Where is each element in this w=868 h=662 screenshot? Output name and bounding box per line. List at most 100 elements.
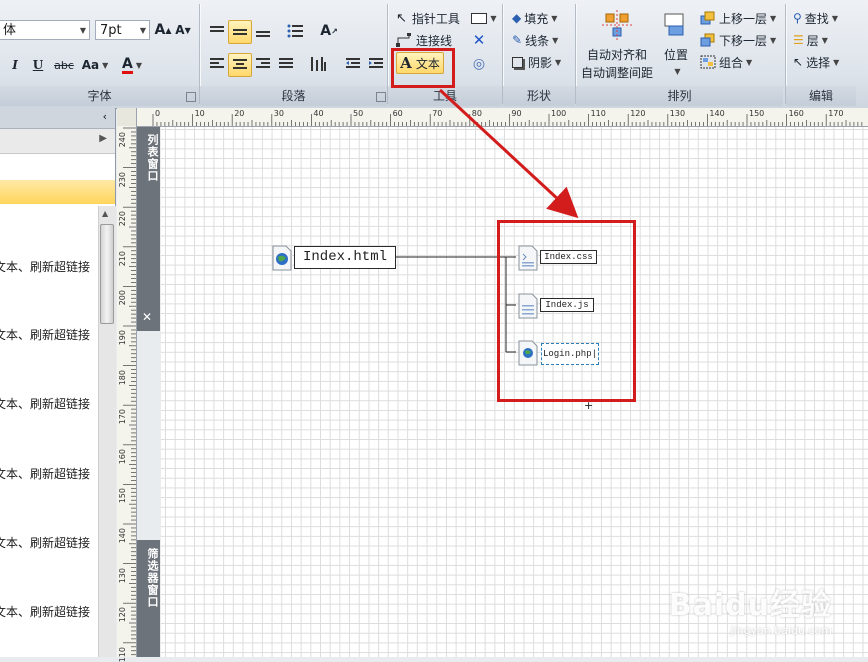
edit-group-label: 编辑	[786, 86, 856, 106]
list-item[interactable]: 文本、刷新超链接	[0, 395, 98, 413]
bring-forward-button[interactable]: 上移一层 ▼	[700, 9, 784, 27]
ruler-tick-label: 30	[273, 109, 284, 118]
font-name-combo[interactable]: 体 ▼	[0, 20, 90, 40]
auto-align-label[interactable]: 自动对齐和	[580, 46, 654, 62]
rectangle-tool-button[interactable]: ▼	[470, 9, 498, 27]
scroll-up-icon[interactable]: ▲	[102, 209, 108, 218]
find-button[interactable]: ⚲ 查找 ▼	[793, 9, 851, 27]
font-size-combo[interactable]: 7pt ▼	[95, 20, 150, 40]
ruler-tick-label: 240	[118, 132, 127, 148]
align-left-icon[interactable]	[207, 54, 227, 74]
ruler-tick-label: 160	[118, 448, 127, 465]
ruler-tick-label: 170	[118, 409, 127, 425]
increase-indent-icon[interactable]	[366, 54, 386, 74]
main-node-label[interactable]: Index.html	[294, 246, 396, 269]
ruler-tick-label: 230	[118, 171, 127, 187]
group-label: 组合	[719, 55, 744, 70]
filter-window-strip[interactable]: 筛选器窗口	[136, 540, 160, 657]
watermark: Baidu经验 jingyan.baidu.com	[669, 580, 832, 637]
change-case-button[interactable]: Aa ▼	[79, 55, 111, 75]
layer-button[interactable]: ☰ 层 ▼	[793, 31, 841, 49]
list-item[interactable]: 文本、刷新超链接	[0, 326, 98, 344]
ruler-tick-label: 80	[471, 109, 482, 118]
text-direction-icon[interactable]: A ↗	[318, 21, 340, 41]
vertical-ruler: 240 230 220 210 200 190 180 170 160 150 140 130 120 1…	[117, 126, 137, 662]
align-middle-icon[interactable]	[228, 20, 252, 44]
ruler-tick-label: 220	[118, 211, 127, 227]
font-dialog-launcher-icon[interactable]	[186, 92, 196, 102]
ruler-tick-label: 140	[709, 109, 725, 118]
shadow-button[interactable]: 阴影 ▼	[512, 53, 568, 71]
pointer-tool-label: 指针工具	[411, 11, 460, 26]
ruler-tick-label: 10	[194, 109, 205, 118]
send-backward-button[interactable]: 下移一层 ▼	[700, 31, 784, 49]
list-item[interactable]: 文本、刷新超链接	[0, 258, 98, 276]
strikethrough-label: abc	[54, 58, 74, 72]
bullets-icon[interactable]	[285, 21, 305, 41]
shadow-label: 阴影	[528, 55, 553, 70]
position-label[interactable]: 位置	[660, 46, 692, 62]
left-panel-category-row[interactable]: ▶	[0, 129, 115, 154]
layer-label: 层	[806, 33, 819, 48]
distribute-icon[interactable]	[308, 54, 328, 74]
close-icon[interactable]: ✕	[142, 310, 152, 324]
binoculars-icon: ⚲	[793, 11, 802, 25]
ruler-tick-label: 0	[155, 109, 161, 118]
shrink-font-button[interactable]: A ▼	[174, 20, 192, 40]
ruler-tick-label: 200	[118, 290, 127, 306]
grow-font-label: A	[154, 22, 166, 38]
align-center-icon[interactable]	[228, 53, 252, 77]
list-item[interactable]: 文本、刷新超链接	[0, 603, 98, 621]
strikethrough-button[interactable]: abc	[52, 55, 76, 75]
scrollbar-thumb[interactable]	[100, 224, 114, 324]
position-icon[interactable]	[662, 10, 688, 40]
chevron-down-icon[interactable]: ▼	[668, 64, 684, 78]
fill-button[interactable]: ◆ 填充 ▼	[512, 9, 568, 27]
justify-icon[interactable]	[276, 54, 296, 74]
ruler-tick-label: 60	[392, 109, 403, 118]
left-panel: ‹ ▶ 文本、刷新超链接 文本、刷新超链接 文本、刷新超链接 文本、刷新超链接 …	[0, 108, 116, 657]
select-button[interactable]: ↖ 选择 ▼	[793, 53, 851, 71]
ruler-tick-label: 210	[118, 250, 127, 267]
left-panel-selected-row[interactable]	[0, 180, 115, 204]
ruler-tick-label: 120	[630, 109, 646, 118]
list-item[interactable]: 文本、刷新超链接	[0, 465, 98, 483]
highlight-box	[497, 220, 636, 402]
group-button[interactable]: 组合 ▼	[700, 53, 758, 71]
list-window-strip[interactable]: 列表窗口 ✕	[136, 126, 160, 331]
align-bottom-icon[interactable]	[253, 21, 273, 41]
group-icon	[700, 55, 716, 69]
drawing-canvas[interactable]: Index.html Index.css Index.js Login.php|…	[161, 127, 868, 657]
line-button[interactable]: ✎ 线条 ▼	[512, 31, 568, 49]
underline-button[interactable]: U	[30, 55, 46, 75]
font-color-button[interactable]: A ▼	[117, 54, 147, 76]
italic-button[interactable]: I	[8, 55, 22, 75]
connector-tool-button[interactable]: 连接线	[396, 31, 456, 49]
pointer-tool-button[interactable]: ↖ 指针工具	[396, 9, 466, 27]
fill-bucket-icon: ◆	[512, 11, 522, 25]
shape-group-label: 形状	[503, 86, 575, 106]
ruler-tick-label: 100	[551, 109, 567, 118]
paragraph-dialog-launcher-icon[interactable]	[376, 92, 386, 102]
ruler-tick-label: 20	[234, 109, 245, 118]
stamp-tool-icon[interactable]: ◎	[471, 55, 487, 73]
collapse-panel-icon[interactable]: ‹	[103, 110, 107, 123]
ruler-corner	[117, 108, 137, 127]
layers-icon: ☰	[793, 33, 804, 47]
align-right-icon[interactable]	[253, 54, 273, 74]
ruler-tick-label: 110	[590, 109, 606, 118]
line-label: 线条	[525, 33, 550, 48]
chevron-right-icon: ▶	[99, 133, 107, 144]
auto-align-icon[interactable]	[600, 8, 634, 42]
left-panel-scrollbar[interactable]: ▲	[98, 206, 116, 657]
connector-icon	[396, 33, 411, 47]
shadow-icon	[512, 56, 523, 68]
decrease-indent-icon[interactable]	[343, 54, 363, 74]
close-x-icon[interactable]: ✕	[471, 31, 487, 49]
auto-space-label[interactable]: 自动调整间距	[578, 64, 656, 80]
grow-font-button[interactable]: A ▲	[154, 20, 172, 40]
align-top-icon[interactable]	[207, 21, 227, 41]
ruler-tick-label: 160	[788, 109, 804, 118]
list-item[interactable]: 文本、刷新超链接	[0, 534, 98, 552]
ruler-tick-label: 150	[749, 109, 765, 118]
